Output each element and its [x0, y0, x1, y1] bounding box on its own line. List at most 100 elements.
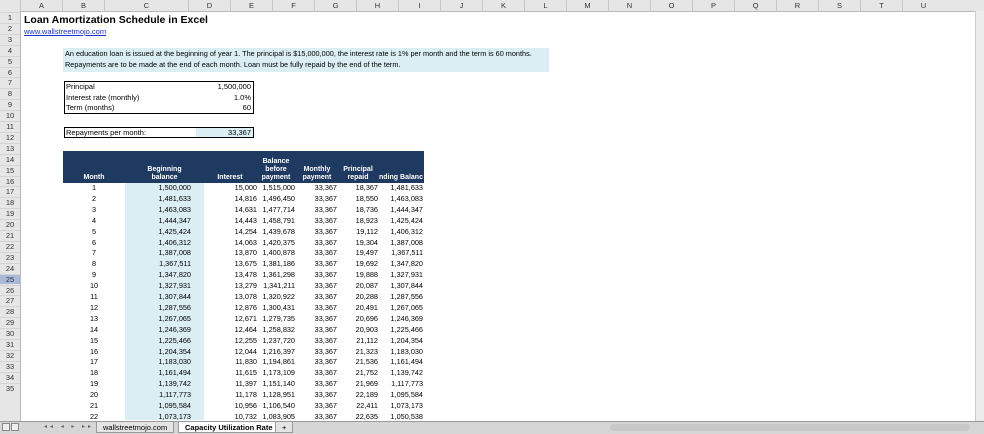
table-cell[interactable]: 1,481,633 — [125, 194, 191, 205]
table-cell[interactable]: 33,367 — [295, 357, 337, 368]
table-cell[interactable]: 9 — [63, 270, 125, 281]
table-cell[interactable]: 1,439,678 — [257, 227, 295, 238]
table-cell[interactable]: 1,128,951 — [257, 390, 295, 401]
table-cell[interactable]: 1,307,844 — [378, 281, 423, 292]
column-header-u[interactable]: U — [902, 0, 944, 11]
table-cell[interactable]: 15 — [63, 336, 125, 347]
table-cell[interactable]: 1,327,931 — [378, 270, 423, 281]
table-cell[interactable]: 20,696 — [337, 314, 378, 325]
column-header-q[interactable]: Q — [734, 0, 776, 11]
table-cell[interactable]: 1,320,922 — [257, 292, 295, 303]
table-cell[interactable]: 10 — [63, 281, 125, 292]
table-row[interactable]: 20 1,117,773 11,178 1,128,951 33,367 22,189 1,… — [63, 390, 424, 401]
table-cell[interactable]: 1,500,000 — [125, 183, 191, 194]
column-header-s[interactable]: S — [818, 0, 860, 11]
table-row[interactable]: 15 1,225,466 12,255 1,237,720 33,367 21,112 1,… — [63, 336, 424, 347]
table-cell[interactable]: 33,367 — [295, 401, 337, 412]
table-cell[interactable]: 33,367 — [295, 238, 337, 249]
row-header-15[interactable]: 15 — [0, 164, 20, 176]
table-cell[interactable]: 22 — [63, 412, 125, 420]
row-header-21[interactable]: 21 — [0, 230, 20, 241]
table-cell[interactable]: 33,367 — [295, 368, 337, 379]
table-cell[interactable]: 22,189 — [337, 390, 378, 401]
row-header-29[interactable]: 29 — [0, 317, 20, 328]
table-cell[interactable]: 1,400,878 — [257, 248, 295, 259]
table-row[interactable]: 3 1,463,083 14,631 1,477,714 33,367 18,736 1,4… — [63, 205, 424, 216]
page-layout-view-icon[interactable] — [11, 423, 19, 431]
table-cell[interactable]: 21,536 — [337, 357, 378, 368]
table-cell[interactable]: 33,367 — [295, 379, 337, 390]
row-header-13[interactable]: 13 — [0, 142, 20, 154]
column-header-n[interactable]: N — [608, 0, 650, 11]
table-cell[interactable]: 12,671 — [204, 314, 257, 325]
table-cell[interactable]: 1,161,494 — [125, 368, 191, 379]
table-cell[interactable]: 33,367 — [295, 183, 337, 194]
row-header-35[interactable]: 35 — [0, 382, 20, 394]
table-cell[interactable]: 18,736 — [337, 205, 378, 216]
vertical-scrollbar[interactable] — [975, 11, 984, 421]
row-header-11[interactable]: 11 — [0, 121, 20, 132]
table-cell[interactable]: 19,304 — [337, 238, 378, 249]
table-cell[interactable]: 1,267,065 — [125, 314, 191, 325]
table-cell[interactable]: 11,397 — [204, 379, 257, 390]
table-row[interactable]: 8 1,367,511 13,675 1,381,186 33,367 19,692 1,3… — [63, 259, 424, 270]
row-header-19[interactable]: 19 — [0, 208, 20, 219]
table-cell[interactable]: 22,635 — [337, 412, 378, 420]
interest-rate-row[interactable]: Interest rate (monthly) 1.0% — [65, 93, 253, 104]
table-cell[interactable]: 33,367 — [295, 325, 337, 336]
table-row[interactable]: 10 1,327,931 13,279 1,341,211 33,367 20,087 1,… — [63, 281, 424, 292]
table-cell[interactable]: 1,095,584 — [378, 390, 423, 401]
row-header-33[interactable]: 33 — [0, 360, 20, 372]
table-cell[interactable]: 19 — [63, 379, 125, 390]
row-header-2[interactable]: 2 — [0, 22, 20, 34]
table-cell[interactable]: 1,106,540 — [257, 401, 295, 412]
table-cell[interactable]: 1,073,173 — [378, 401, 423, 412]
row-header-31[interactable]: 31 — [0, 339, 20, 350]
table-cell[interactable]: 1,515,000 — [257, 183, 295, 194]
table-cell[interactable]: 1,183,030 — [378, 347, 423, 358]
table-cell[interactable]: 1,225,466 — [125, 336, 191, 347]
table-cell[interactable]: 1,173,109 — [257, 368, 295, 379]
table-cell[interactable]: 3 — [63, 205, 125, 216]
table-cell[interactable]: 1,406,312 — [378, 227, 423, 238]
table-cell[interactable]: 13,870 — [204, 248, 257, 259]
table-cell[interactable]: 1,481,633 — [378, 183, 423, 194]
table-cell[interactable]: 33,367 — [295, 270, 337, 281]
column-header-c[interactable]: C — [104, 0, 188, 11]
table-cell[interactable]: 11 — [63, 292, 125, 303]
normal-view-icon[interactable] — [2, 423, 10, 431]
row-header-12[interactable]: 12 — [0, 131, 20, 143]
table-cell[interactable]: 14,631 — [204, 205, 257, 216]
table-cell[interactable]: 1,477,714 — [257, 205, 295, 216]
table-cell[interactable]: 1,183,030 — [125, 357, 191, 368]
table-cell[interactable]: 1,425,424 — [378, 216, 423, 227]
table-row[interactable]: 17 1,183,030 11,830 1,194,861 33,367 21,536 1,… — [63, 357, 424, 368]
repayment-value-cell[interactable]: 33,367 — [196, 128, 253, 137]
table-row[interactable]: 16 1,204,354 12,044 1,216,397 33,367 21,323 1,… — [63, 347, 424, 358]
table-cell[interactable]: 20,288 — [337, 292, 378, 303]
table-cell[interactable]: 1,258,832 — [257, 325, 295, 336]
column-header-j[interactable]: J — [440, 0, 482, 11]
table-cell[interactable]: 11,178 — [204, 390, 257, 401]
table-row[interactable]: 13 1,267,065 12,671 1,279,735 33,367 20,696 1,… — [63, 314, 424, 325]
row-header-22[interactable]: 22 — [0, 240, 20, 252]
table-cell[interactable]: 14,254 — [204, 227, 257, 238]
table-row[interactable]: 2 1,481,633 14,816 1,496,450 33,367 18,550 1,4… — [63, 194, 424, 205]
table-cell[interactable]: 10,732 — [204, 412, 257, 420]
table-cell[interactable]: 16 — [63, 347, 125, 358]
sheet-nav-arrows[interactable]: ◂◂ ◂ ▸ ▸▸ — [44, 423, 94, 430]
table-cell[interactable]: 19,888 — [337, 270, 378, 281]
table-row[interactable]: 22 1,073,173 10,732 1,083,905 33,367 22,635 1,… — [63, 412, 424, 420]
column-header-r[interactable]: R — [776, 0, 818, 11]
row-header-27[interactable]: 27 — [0, 295, 20, 306]
table-cell[interactable]: 6 — [63, 238, 125, 249]
view-buttons[interactable] — [2, 423, 38, 432]
row-header-1[interactable]: 1 — [0, 12, 20, 23]
table-cell[interactable]: 1,117,773 — [378, 379, 423, 390]
table-cell[interactable]: 1,267,065 — [378, 303, 423, 314]
table-cell[interactable]: 1,444,347 — [378, 205, 423, 216]
table-cell[interactable]: 33,367 — [295, 227, 337, 238]
column-header-t[interactable]: T — [860, 0, 902, 11]
table-cell[interactable]: 1,246,369 — [378, 314, 423, 325]
table-cell[interactable]: 13,478 — [204, 270, 257, 281]
